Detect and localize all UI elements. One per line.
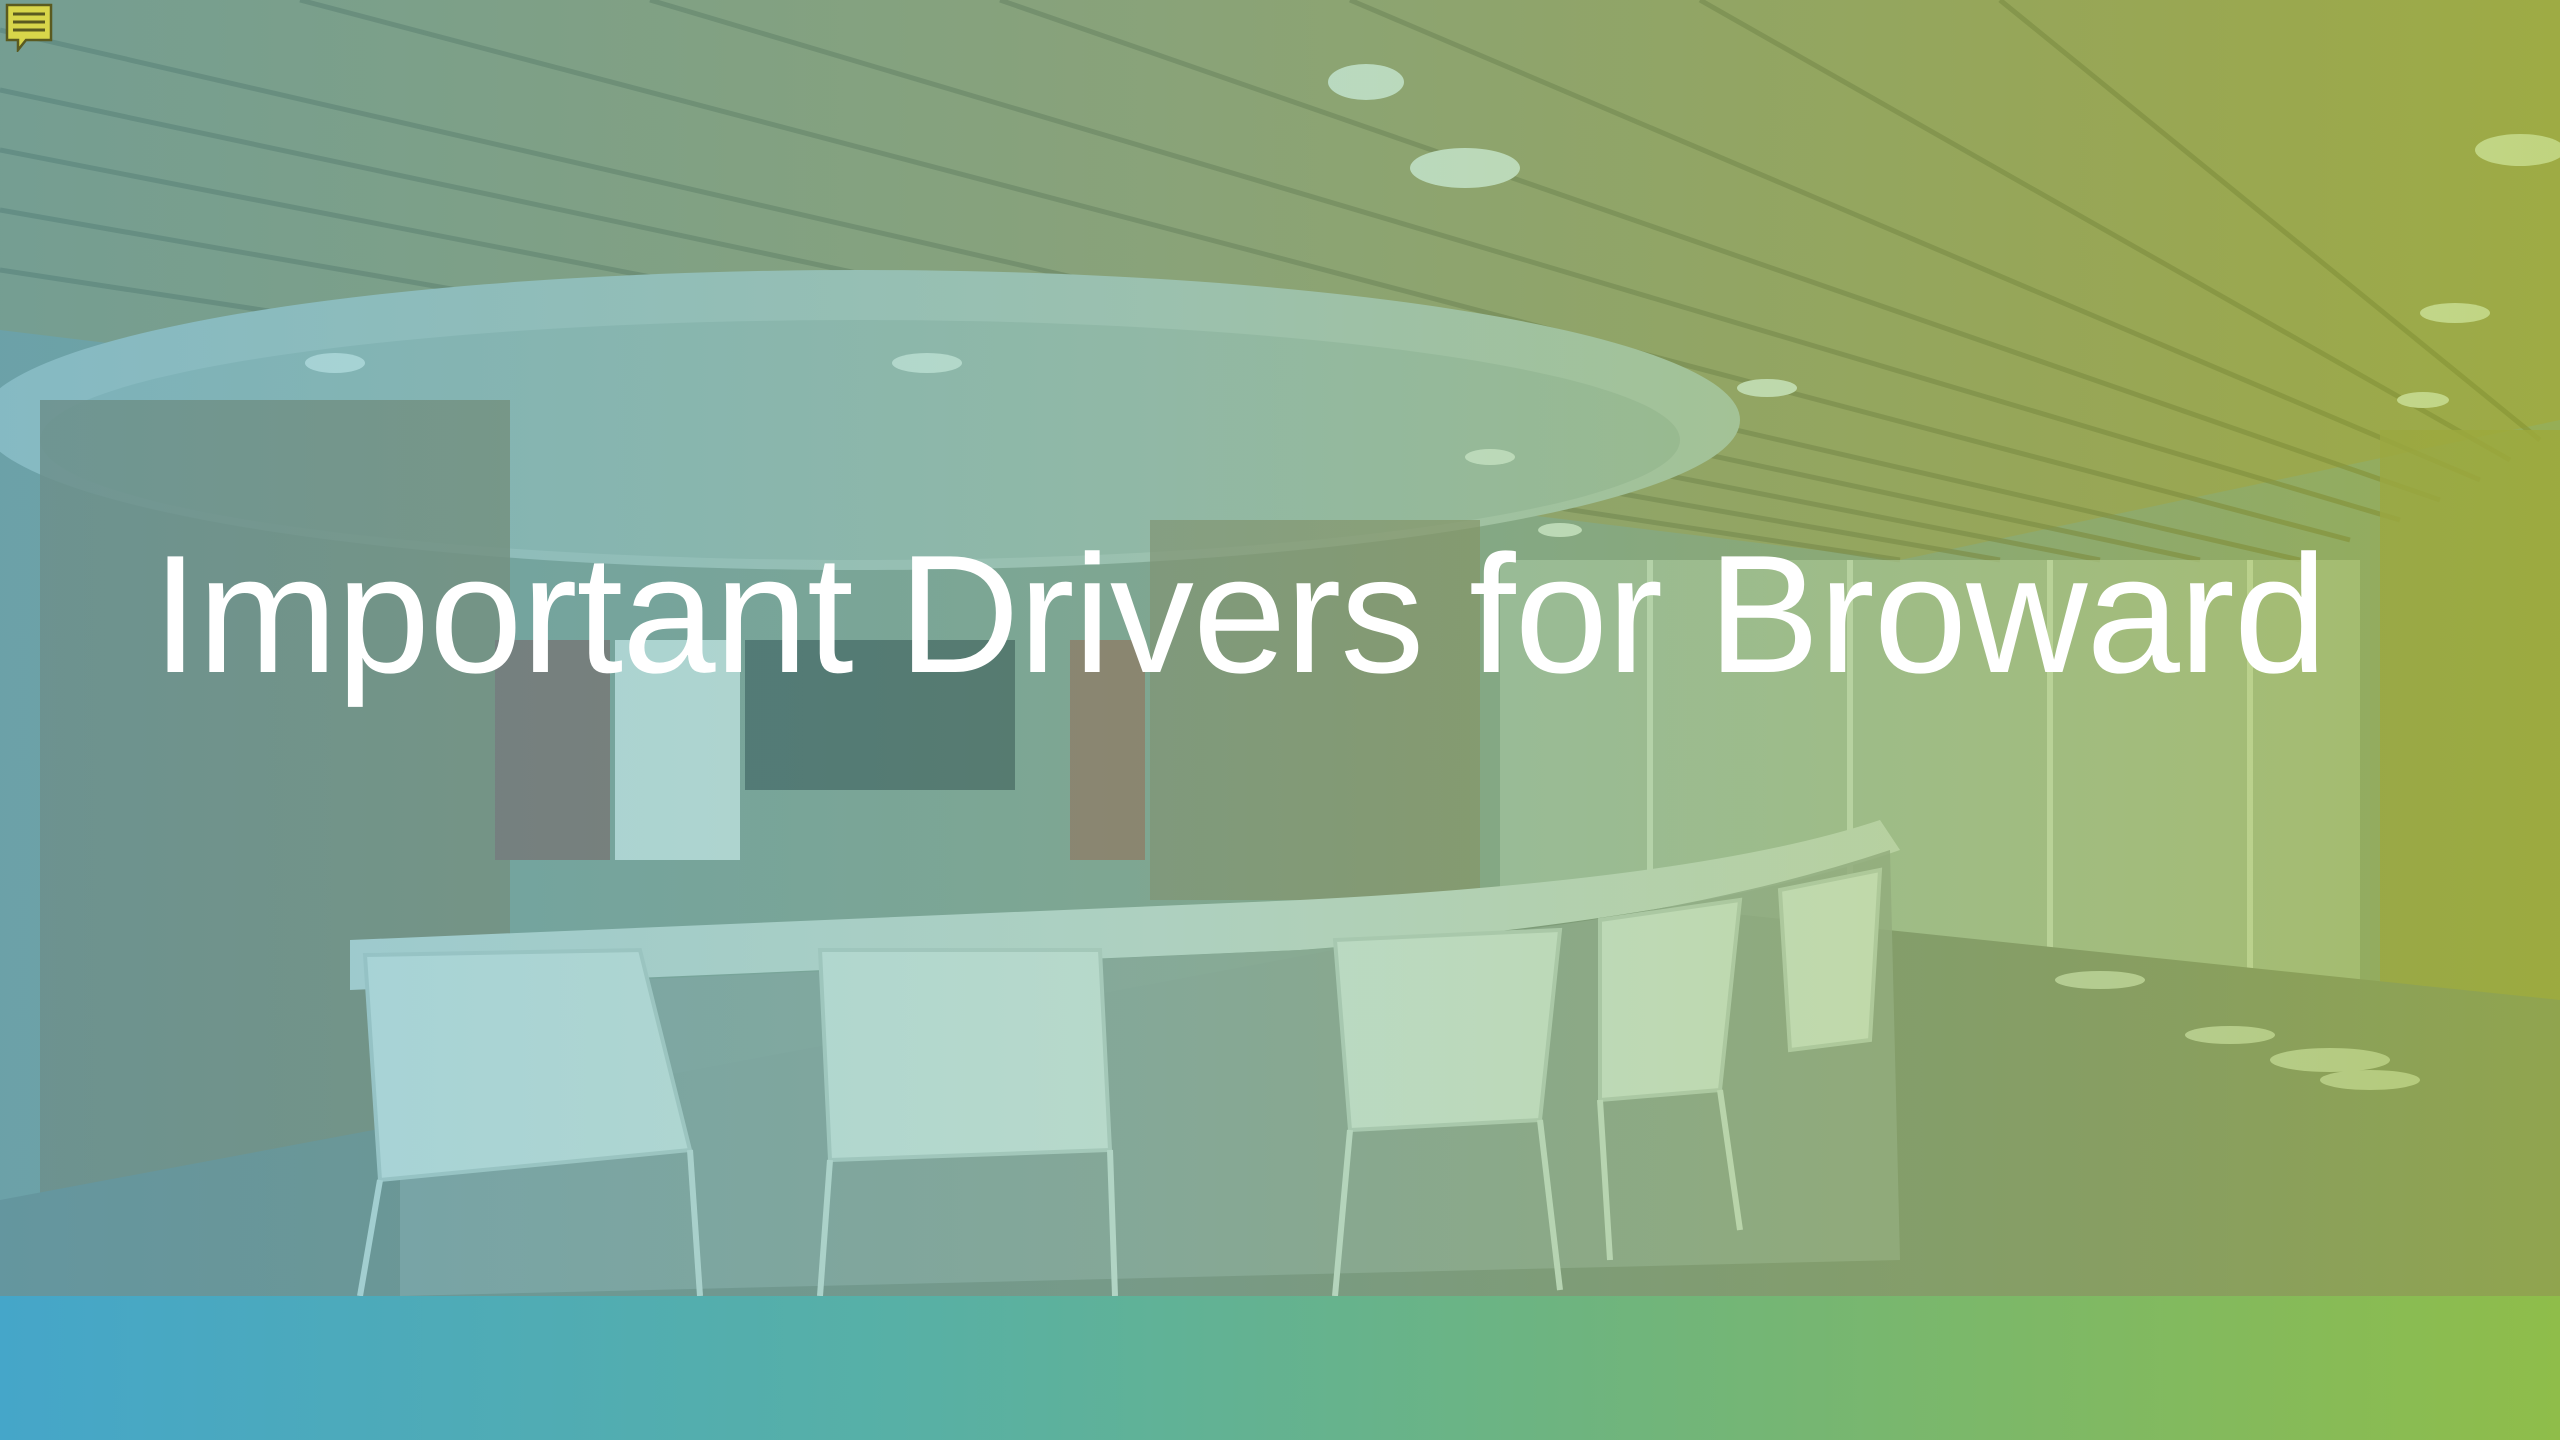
- slide: Important Drivers for Broward: [0, 0, 2560, 1440]
- slide-title: Important Drivers for Broward: [152, 520, 2327, 708]
- bottom-gradient-band: [0, 1296, 2560, 1440]
- comment-icon[interactable]: [4, 2, 54, 54]
